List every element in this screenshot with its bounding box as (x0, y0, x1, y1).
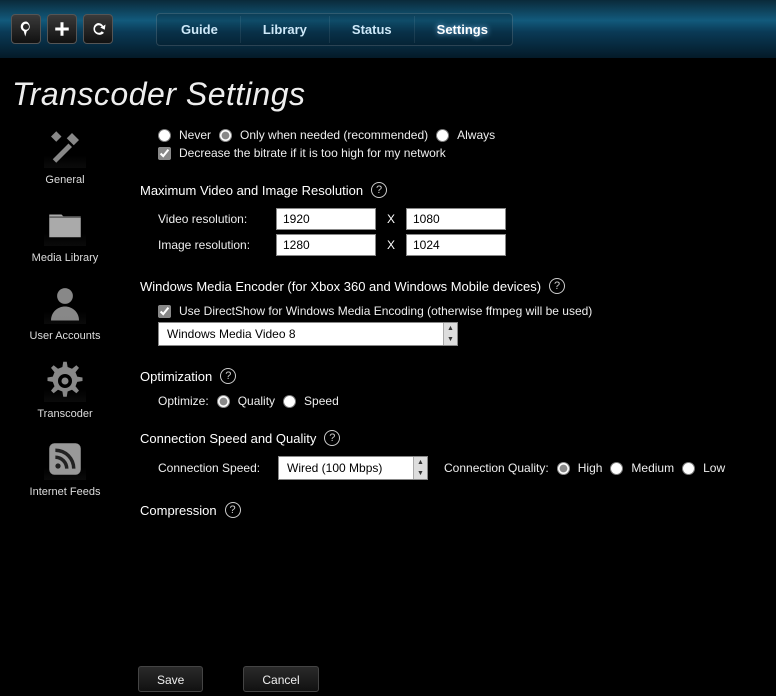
section-resolution: Maximum Video and Image Resolution ? (140, 182, 758, 198)
image-height-input[interactable] (406, 234, 506, 256)
decrease-bitrate-label: Decrease the bitrate if it is too high f… (179, 146, 446, 160)
sidebar-item-general[interactable]: General (10, 126, 120, 186)
decrease-bitrate-checkbox[interactable] (158, 147, 171, 160)
sidebar-item-transcoder[interactable]: Transcoder (10, 360, 120, 420)
optimize-speed-label: Speed (304, 394, 339, 408)
image-resolution-label: Image resolution: (158, 238, 268, 252)
section-compression-label: Compression (140, 503, 217, 518)
spinner-icon[interactable]: ▲▼ (443, 323, 457, 345)
directshow-label: Use DirectShow for Windows Media Encodin… (179, 304, 592, 318)
transcode-never-label: Never (179, 128, 211, 142)
gear-icon (44, 360, 86, 402)
add-button[interactable] (47, 14, 77, 44)
resolution-separator: X (384, 238, 398, 252)
quality-medium-radio[interactable] (610, 462, 623, 475)
logo-icon (17, 20, 35, 38)
quality-high-label: High (578, 461, 603, 475)
connection-speed-select[interactable]: Wired (100 Mbps) ▲▼ (278, 456, 428, 480)
section-optimization: Optimization ? (140, 368, 758, 384)
section-wme-label: Windows Media Encoder (for Xbox 360 and … (140, 279, 541, 294)
directshow-checkbox[interactable] (158, 305, 171, 318)
help-icon[interactable]: ? (324, 430, 340, 446)
quality-low-label: Low (703, 461, 725, 475)
tab-status[interactable]: Status (330, 16, 415, 43)
resolution-separator: X (384, 212, 398, 226)
section-resolution-label: Maximum Video and Image Resolution (140, 183, 363, 198)
sidebar: General Media Library User Accounts Tran… (0, 124, 130, 696)
sidebar-item-media-library[interactable]: Media Library (10, 204, 120, 264)
help-icon[interactable]: ? (225, 502, 241, 518)
help-icon[interactable]: ? (220, 368, 236, 384)
section-wme: Windows Media Encoder (for Xbox 360 and … (140, 278, 758, 294)
optimize-quality-label: Quality (238, 394, 275, 408)
section-connection-label: Connection Speed and Quality (140, 431, 316, 446)
section-optimization-label: Optimization (140, 369, 212, 384)
transcode-when-needed-radio[interactable] (219, 129, 232, 142)
spinner-icon[interactable]: ▲▼ (413, 457, 427, 479)
quality-low-radio[interactable] (682, 462, 695, 475)
wme-codec-value: Windows Media Video 8 (159, 327, 443, 341)
plus-icon (53, 20, 71, 38)
section-compression: Compression ? (140, 502, 758, 518)
sidebar-item-label: Internet Feeds (30, 486, 101, 498)
save-button[interactable]: Save (138, 666, 203, 692)
top-bar: Guide Library Status Settings (0, 0, 776, 58)
user-icon (44, 282, 86, 324)
tab-library[interactable]: Library (241, 16, 330, 43)
sidebar-item-label: General (45, 174, 84, 186)
refresh-button[interactable] (83, 14, 113, 44)
nav-tabs: Guide Library Status Settings (156, 13, 513, 46)
optimize-label: Optimize: (158, 394, 209, 408)
transcode-when-needed-label: Only when needed (recommended) (240, 128, 428, 142)
section-connection: Connection Speed and Quality ? (140, 430, 758, 446)
video-resolution-label: Video resolution: (158, 212, 268, 226)
sidebar-item-label: User Accounts (30, 330, 101, 342)
transcode-always-radio[interactable] (436, 129, 449, 142)
quality-medium-label: Medium (631, 461, 674, 475)
refresh-icon (89, 20, 107, 38)
logo-button[interactable] (11, 14, 41, 44)
cancel-button[interactable]: Cancel (243, 666, 318, 692)
tab-settings[interactable]: Settings (415, 16, 510, 43)
connection-quality-label: Connection Quality: (444, 461, 549, 475)
rss-icon (44, 438, 86, 480)
settings-panel: Never Only when needed (recommended) Alw… (130, 124, 776, 696)
sidebar-item-user-accounts[interactable]: User Accounts (10, 282, 120, 342)
sidebar-item-label: Media Library (32, 252, 99, 264)
sidebar-item-internet-feeds[interactable]: Internet Feeds (10, 438, 120, 498)
transcode-never-radio[interactable] (158, 129, 171, 142)
transcode-always-label: Always (457, 128, 495, 142)
video-height-input[interactable] (406, 208, 506, 230)
folder-icon (44, 204, 86, 246)
tools-icon (44, 126, 86, 168)
help-icon[interactable]: ? (549, 278, 565, 294)
quality-high-radio[interactable] (557, 462, 570, 475)
wme-codec-select[interactable]: Windows Media Video 8 ▲▼ (158, 322, 458, 346)
connection-speed-label: Connection Speed: (158, 461, 270, 475)
footer-buttons: Save Cancel (138, 666, 319, 692)
optimize-speed-radio[interactable] (283, 395, 296, 408)
help-icon[interactable]: ? (371, 182, 387, 198)
sidebar-item-label: Transcoder (37, 408, 92, 420)
image-width-input[interactable] (276, 234, 376, 256)
tab-guide[interactable]: Guide (159, 16, 241, 43)
video-width-input[interactable] (276, 208, 376, 230)
connection-speed-value: Wired (100 Mbps) (279, 461, 413, 475)
optimize-quality-radio[interactable] (217, 395, 230, 408)
